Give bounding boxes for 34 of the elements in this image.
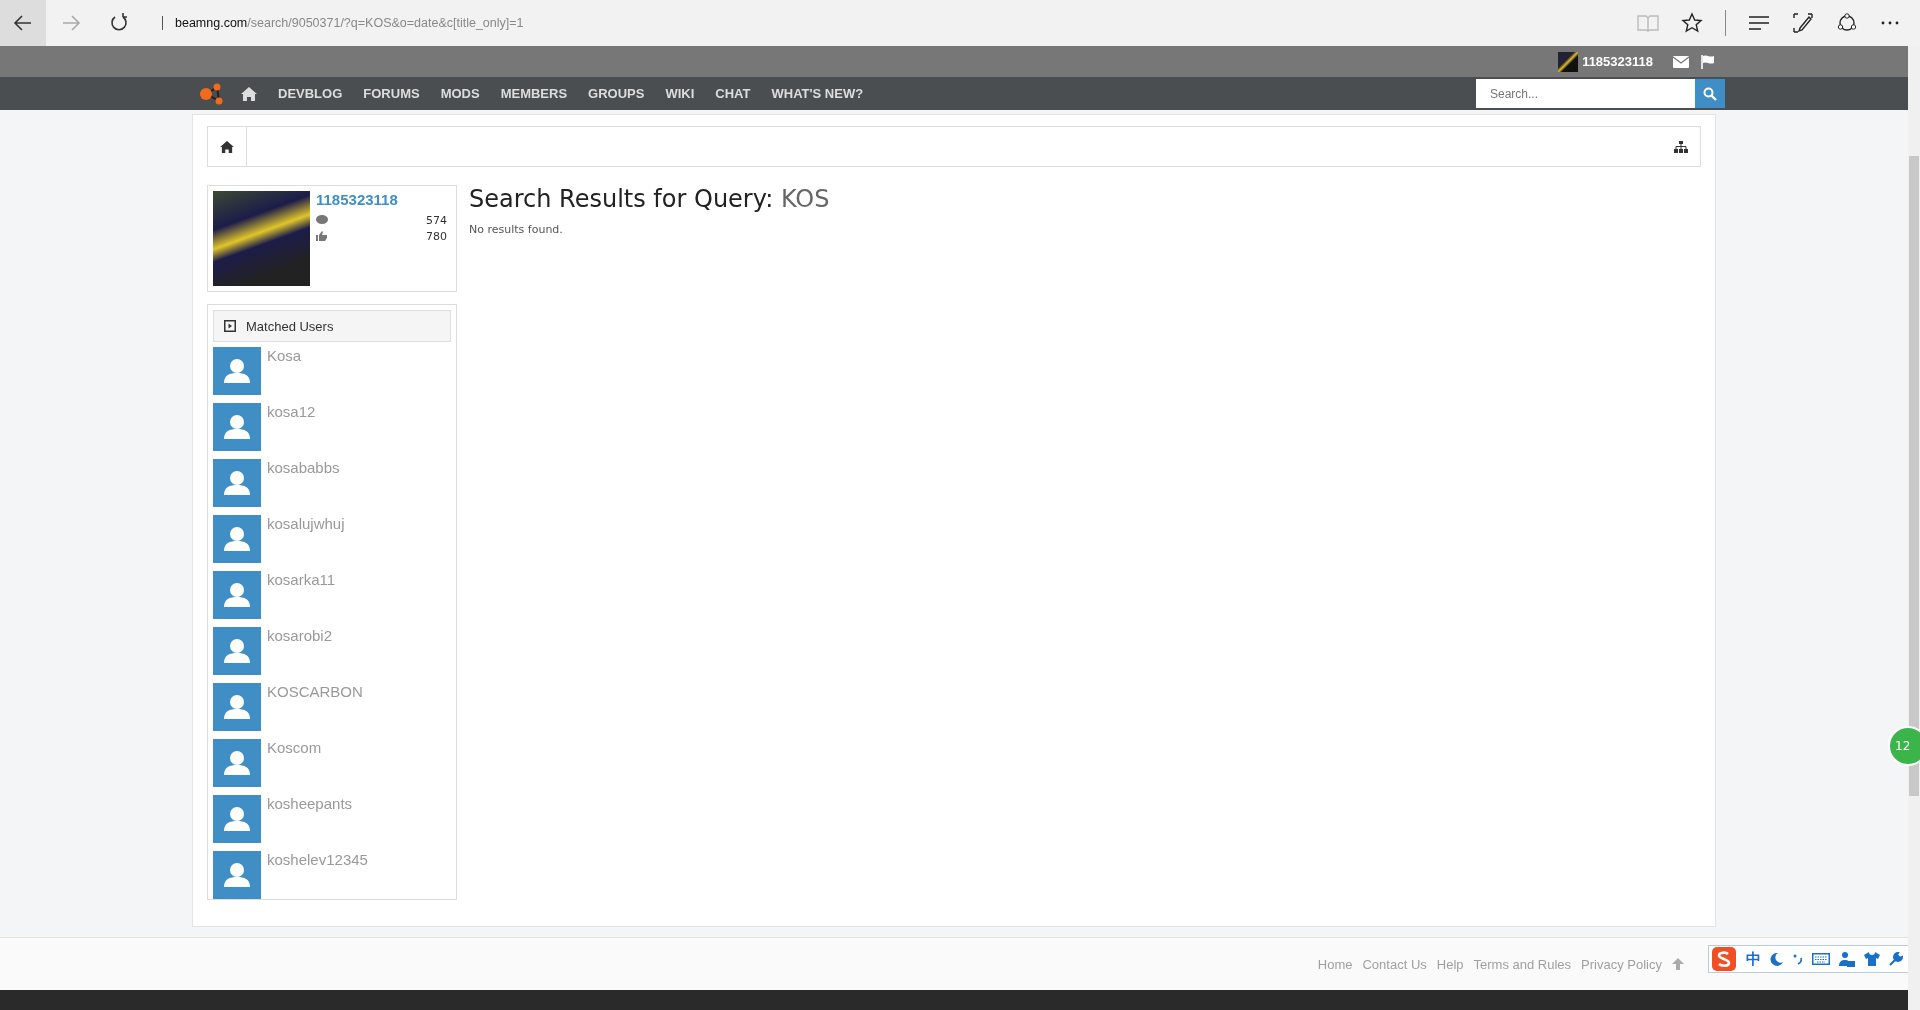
user-link[interactable]: Koscom: [267, 739, 322, 757]
search-field[interactable]: Search...: [1476, 79, 1695, 108]
nav-link[interactable]: MEMBERS: [500, 86, 568, 101]
nav-link[interactable]: FORUMS: [363, 86, 420, 101]
username-link[interactable]: 1185323118: [1582, 54, 1653, 69]
user-link[interactable]: kosababbs: [267, 459, 340, 477]
footer-link[interactable]: Privacy Policy: [1581, 956, 1662, 972]
user-link[interactable]: kosheepants: [267, 795, 353, 813]
footer-link[interactable]: Contact Us: [1362, 956, 1427, 972]
user-link[interactable]: KOSCARBON: [267, 683, 363, 701]
user-link[interactable]: kosa12: [267, 403, 316, 421]
address-bar[interactable]: beamng.com/search/9050371/?q=KOS&o=date&c[title_only]=1: [162, 16, 1637, 30]
nav-link[interactable]: WHAT'S NEW?: [771, 86, 864, 101]
nav-link[interactable]: CHAT: [715, 86, 751, 101]
footer-link[interactable]: Terms and Rules: [1473, 956, 1572, 972]
footer-link[interactable]: Help: [1436, 956, 1464, 972]
user-link[interactable]: kosalujwhuj: [267, 515, 345, 533]
user-link[interactable]: koshelev12345: [267, 851, 368, 869]
user-link[interactable]: Kosa: [267, 347, 302, 365]
footer-link[interactable]: Home: [1317, 956, 1353, 972]
user-link[interactable]: kosarka11: [267, 571, 336, 589]
nav-link[interactable]: WIKI: [665, 86, 695, 101]
notification-badge[interactable]: 12: [1888, 726, 1920, 766]
like-count: 780: [426, 229, 447, 243]
username-link[interactable]: 1185323118: [316, 191, 447, 208]
input-mode-label[interactable]: 中: [1746, 949, 1761, 969]
message-count: 574: [426, 213, 447, 227]
nav-link[interactable]: GROUPS: [588, 86, 645, 101]
no-results-message: No results found.: [469, 223, 564, 236]
page-heading: Search Results for Query: KOS: [469, 185, 831, 213]
nav-link[interactable]: MODS: [440, 86, 480, 101]
nav-link[interactable]: DEVBLOG: [278, 86, 343, 101]
panel-title: Matched Users: [246, 318, 334, 334]
user-link[interactable]: kosarobi2: [267, 627, 333, 645]
